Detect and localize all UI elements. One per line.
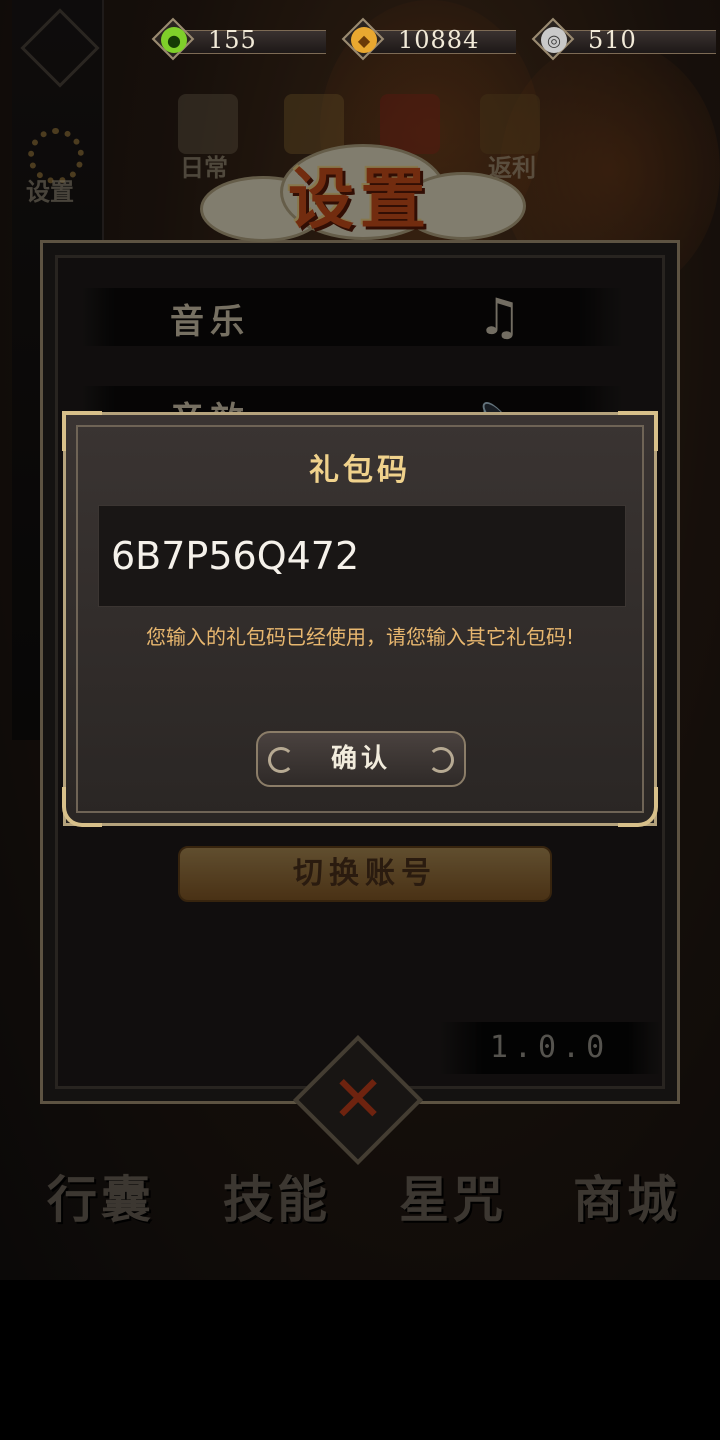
green-gem-icon: ● — [161, 27, 187, 53]
gift-code-modal: 礼包码 您输入的礼包码已经使用，请您输入其它礼包码! 确认 — [62, 411, 658, 827]
corner-ornament — [618, 787, 658, 827]
swirl-ornament-icon — [268, 747, 294, 773]
swirl-ornament-icon — [428, 747, 454, 773]
currency-value: 155 — [208, 26, 257, 54]
corner-ornament — [62, 787, 102, 827]
gold-coin-icon: ◆ — [351, 27, 377, 53]
currency-value: 10884 — [398, 26, 480, 54]
modal-title: 礼包码 — [309, 453, 411, 488]
error-message: 您输入的礼包码已经使用，请您输入其它礼包码! — [145, 625, 575, 649]
gift-code-input[interactable] — [98, 505, 626, 607]
confirm-label: 确认 — [330, 744, 391, 774]
confirm-button[interactable]: 确认 — [256, 731, 466, 787]
currency-value: 510 — [588, 26, 637, 54]
silver-coin-icon: ◎ — [541, 27, 567, 53]
